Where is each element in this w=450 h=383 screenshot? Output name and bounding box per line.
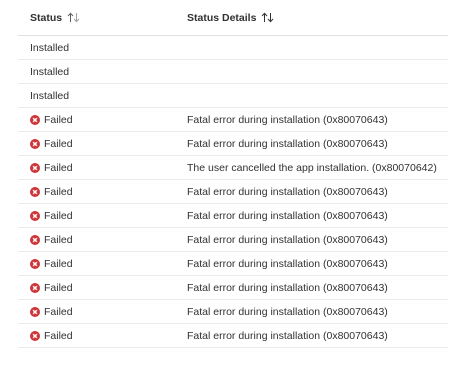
- sort-arrows-icon[interactable]: [261, 12, 274, 23]
- error-circle-icon: [30, 282, 40, 293]
- status-text: Failed: [44, 113, 73, 126]
- status-details-text: Fatal error during installation (0x80070…: [187, 137, 388, 150]
- table-row[interactable]: Installed: [18, 84, 448, 108]
- status-text: Failed: [44, 233, 73, 246]
- table-body: Installed Installed Installed Failed Fatal e…: [18, 36, 448, 348]
- status-details-text: Fatal error during installation (0x80070…: [187, 281, 388, 294]
- table-row[interactable]: Failed Fatal error during installation (0…: [18, 324, 448, 348]
- table-row[interactable]: Failed Fatal error during installation (0…: [18, 300, 448, 324]
- status-cell: Failed: [18, 162, 187, 174]
- status-text: Failed: [44, 209, 73, 222]
- status-details-text: Fatal error during installation (0x80070…: [187, 185, 388, 198]
- status-text: Failed: [44, 305, 73, 318]
- error-circle-icon: [30, 138, 40, 149]
- table-header: Status Status Details: [18, 0, 448, 36]
- table-row[interactable]: Failed The user cancelled the app install…: [18, 156, 448, 180]
- status-cell: Failed: [18, 210, 187, 222]
- error-circle-icon: [30, 186, 40, 197]
- status-details-cell: Fatal error during installation (0x80070…: [187, 186, 448, 198]
- status-text: Failed: [44, 137, 73, 150]
- status-text: Failed: [44, 329, 73, 342]
- table-row[interactable]: Failed Fatal error during installation (0…: [18, 276, 448, 300]
- status-details-cell: Fatal error during installation (0x80070…: [187, 282, 448, 294]
- table-row[interactable]: Failed Fatal error during installation (0…: [18, 252, 448, 276]
- status-cell: Failed: [18, 258, 187, 270]
- column-header-status-label[interactable]: Status: [30, 12, 62, 24]
- status-cell: Installed: [18, 90, 187, 102]
- table-row[interactable]: Failed Fatal error during installation (0…: [18, 228, 448, 252]
- error-circle-icon: [30, 114, 40, 125]
- table-row[interactable]: Failed Fatal error during installation (0…: [18, 180, 448, 204]
- error-circle-icon: [30, 258, 40, 269]
- error-circle-icon: [30, 330, 40, 341]
- column-header-status[interactable]: Status: [18, 0, 187, 35]
- status-details-cell: The user cancelled the app installation.…: [187, 162, 448, 174]
- column-header-status-details[interactable]: Status Details: [187, 0, 448, 35]
- status-details-text: Fatal error during installation (0x80070…: [187, 209, 388, 222]
- error-circle-icon: [30, 306, 40, 317]
- status-cell: Failed: [18, 330, 187, 342]
- table-row[interactable]: Installed: [18, 36, 448, 60]
- status-cell: Failed: [18, 282, 187, 294]
- status-text: Installed: [30, 41, 70, 54]
- status-text: Installed: [30, 65, 70, 78]
- status-cell: Failed: [18, 138, 187, 150]
- status-details-cell: Fatal error during installation (0x80070…: [187, 210, 448, 222]
- status-details-cell: Fatal error during installation (0x80070…: [187, 234, 448, 246]
- status-details-cell: Fatal error during installation (0x80070…: [187, 114, 448, 126]
- status-text: Installed: [30, 89, 70, 102]
- sort-arrows-icon[interactable]: [67, 12, 80, 23]
- error-circle-icon: [30, 234, 40, 245]
- status-cell: Failed: [18, 186, 187, 198]
- column-header-status-details-label[interactable]: Status Details: [187, 12, 256, 24]
- error-circle-icon: [30, 210, 40, 221]
- status-details-text: Fatal error during installation (0x80070…: [187, 257, 388, 270]
- error-circle-icon: [30, 162, 40, 173]
- status-table: Status Status Details Installed Installed…: [18, 0, 448, 348]
- status-details-cell: Fatal error during installation (0x80070…: [187, 138, 448, 150]
- status-cell: Installed: [18, 42, 187, 54]
- status-details-text: The user cancelled the app installation.…: [187, 161, 437, 174]
- status-details-text: Fatal error during installation (0x80070…: [187, 113, 388, 126]
- status-details-cell: Fatal error during installation (0x80070…: [187, 258, 448, 270]
- table-row[interactable]: Failed Fatal error during installation (0…: [18, 108, 448, 132]
- status-cell: Failed: [18, 114, 187, 126]
- status-text: Failed: [44, 161, 73, 174]
- status-details-cell: Fatal error during installation (0x80070…: [187, 330, 448, 342]
- status-cell: Failed: [18, 234, 187, 246]
- status-text: Failed: [44, 185, 73, 198]
- status-details-text: Fatal error during installation (0x80070…: [187, 305, 388, 318]
- status-cell: Failed: [18, 306, 187, 318]
- status-text: Failed: [44, 281, 73, 294]
- table-row[interactable]: Failed Fatal error during installation (0…: [18, 204, 448, 228]
- status-details-cell: Fatal error during installation (0x80070…: [187, 306, 448, 318]
- table-row[interactable]: Installed: [18, 60, 448, 84]
- status-details-text: Fatal error during installation (0x80070…: [187, 233, 388, 246]
- table-row[interactable]: Failed Fatal error during installation (0…: [18, 132, 448, 156]
- status-details-text: Fatal error during installation (0x80070…: [187, 329, 388, 342]
- status-text: Failed: [44, 257, 73, 270]
- status-cell: Installed: [18, 66, 187, 78]
